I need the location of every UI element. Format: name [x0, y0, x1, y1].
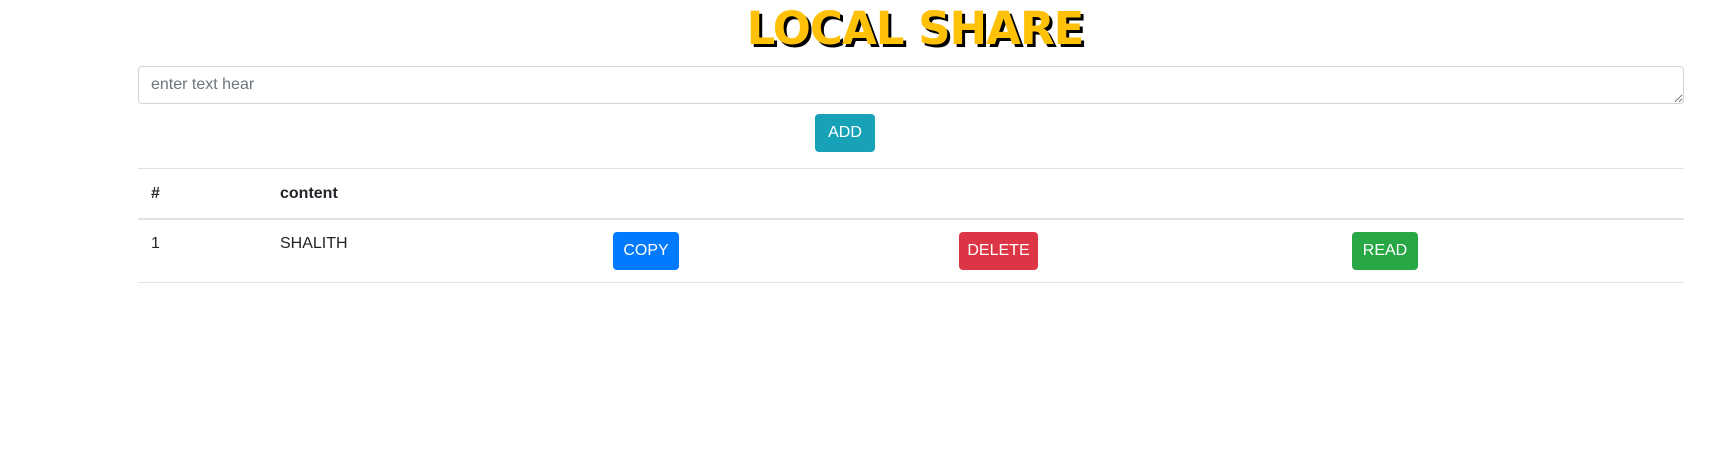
text-input[interactable] — [138, 66, 1684, 104]
page-title: LOCAL SHARE — [746, 2, 1085, 55]
page: LOCAL SHARE ADD # content 1 SHALITH COPY… — [0, 0, 1710, 471]
copy-button[interactable]: COPY — [613, 232, 679, 270]
table-bottom-border — [138, 282, 1684, 283]
column-header-content: content — [280, 185, 338, 202]
row-number: 1 — [151, 235, 160, 252]
table-top-border — [138, 168, 1684, 169]
delete-button[interactable]: DELETE — [959, 232, 1038, 270]
column-header-number: # — [151, 185, 160, 202]
read-button[interactable]: READ — [1352, 232, 1418, 270]
row-content: SHALITH — [280, 235, 348, 252]
table-header-border — [138, 218, 1684, 220]
add-button[interactable]: ADD — [815, 114, 875, 152]
